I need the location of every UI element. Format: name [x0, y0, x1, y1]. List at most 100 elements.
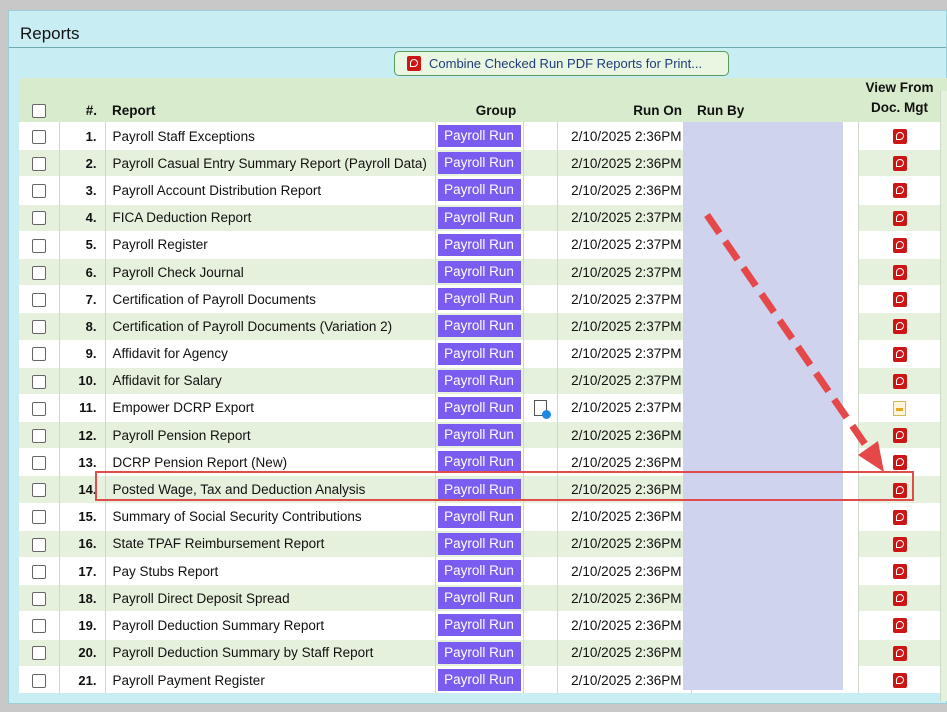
pdf-icon[interactable]: [892, 129, 907, 145]
pdf-icon[interactable]: [892, 156, 907, 172]
row-checkbox[interactable]: [31, 320, 46, 335]
pdf-icon[interactable]: [892, 673, 907, 689]
header-run-on[interactable]: Run On: [557, 78, 691, 123]
header-group[interactable]: Group: [435, 78, 557, 123]
row-checkbox-cell[interactable]: [19, 285, 60, 313]
report-name: Certification of Payroll Documents: [105, 285, 436, 313]
row-checkbox[interactable]: [31, 456, 46, 471]
pdf-icon[interactable]: [892, 210, 907, 226]
pdf-icon[interactable]: [892, 319, 907, 335]
row-checkbox-cell[interactable]: [19, 557, 60, 585]
row-checkbox-cell[interactable]: [19, 122, 60, 150]
row-checkbox[interactable]: [31, 673, 46, 688]
view-from-doc-mgt-cell[interactable]: [858, 367, 942, 395]
pdf-icon[interactable]: [892, 183, 907, 199]
row-checkbox[interactable]: [31, 646, 46, 661]
group-badge: Payroll Run: [437, 587, 521, 610]
view-from-doc-mgt-cell[interactable]: [858, 611, 942, 640]
pdf-icon[interactable]: [892, 346, 907, 362]
view-from-doc-mgt-cell[interactable]: [858, 639, 942, 667]
view-from-doc-mgt-cell[interactable]: [858, 285, 942, 313]
row-checkbox[interactable]: [31, 129, 46, 144]
extra-action-cell: [523, 394, 558, 422]
view-from-doc-mgt-cell[interactable]: [858, 530, 942, 558]
view-from-doc-mgt-cell[interactable]: [858, 122, 942, 150]
pdf-icon[interactable]: [892, 237, 907, 253]
view-from-doc-mgt-cell[interactable]: [858, 584, 942, 612]
report-name: Payroll Casual Entry Summary Report (Pay…: [105, 149, 436, 177]
pdf-icon[interactable]: [892, 265, 907, 280]
row-checkbox[interactable]: [31, 211, 46, 226]
row-checkbox[interactable]: [31, 483, 46, 498]
view-from-doc-mgt-cell[interactable]: [858, 176, 942, 205]
row-checkbox-cell[interactable]: [19, 421, 60, 449]
pdf-icon[interactable]: [892, 564, 907, 580]
extra-action-cell: [523, 530, 558, 558]
row-checkbox[interactable]: [31, 401, 46, 416]
extra-action-cell: [523, 285, 558, 313]
select-all-checkbox-cell[interactable]: [19, 78, 59, 123]
view-from-doc-mgt-cell[interactable]: [858, 231, 942, 259]
row-checkbox-cell[interactable]: [19, 639, 60, 667]
row-highlight-box: [95, 471, 914, 501]
row-checkbox-cell[interactable]: [19, 611, 60, 640]
select-all-checkbox[interactable]: [32, 104, 46, 118]
pdf-icon[interactable]: [892, 591, 907, 607]
row-checkbox-cell[interactable]: [19, 394, 60, 422]
row-checkbox[interactable]: [31, 564, 46, 579]
row-checkbox-cell[interactable]: [19, 584, 60, 612]
document-download-icon[interactable]: [533, 400, 551, 420]
combine-pdf-reports-button[interactable]: Combine Checked Run PDF Reports for Prin…: [394, 51, 729, 76]
row-checkbox-cell[interactable]: [19, 231, 60, 259]
row-checkbox[interactable]: [31, 347, 46, 362]
row-checkbox-cell[interactable]: [19, 258, 60, 286]
row-checkbox-cell[interactable]: [19, 149, 60, 177]
pdf-icon[interactable]: [892, 292, 907, 308]
row-checkbox[interactable]: [31, 428, 46, 443]
row-checkbox[interactable]: [31, 510, 46, 525]
row-checkbox[interactable]: [31, 292, 46, 307]
row-checkbox-cell[interactable]: [19, 312, 60, 340]
row-checkbox[interactable]: [31, 592, 46, 606]
row-checkbox[interactable]: [31, 537, 46, 552]
view-from-doc-mgt-cell[interactable]: [858, 149, 942, 177]
row-checkbox-cell[interactable]: [19, 503, 60, 531]
row-checkbox[interactable]: [31, 374, 46, 389]
row-checkbox[interactable]: [31, 265, 46, 280]
pdf-icon[interactable]: [892, 373, 907, 389]
view-from-doc-mgt-cell[interactable]: [858, 421, 942, 449]
report-name: Payroll Check Journal: [105, 258, 436, 286]
header-report[interactable]: Report: [105, 78, 435, 123]
row-checkbox-cell[interactable]: [19, 475, 60, 504]
row-checkbox[interactable]: [31, 184, 46, 199]
pdf-icon[interactable]: [892, 428, 907, 444]
view-from-doc-mgt-cell[interactable]: [858, 258, 942, 286]
extra-action-cell: [523, 231, 558, 259]
view-from-doc-mgt-cell[interactable]: [858, 666, 942, 693]
row-number: 9.: [59, 340, 106, 368]
view-from-doc-mgt-cell[interactable]: [858, 394, 942, 422]
row-checkbox[interactable]: [31, 619, 46, 634]
csv-icon[interactable]: [893, 400, 906, 416]
header-run-by[interactable]: Run By: [691, 78, 858, 123]
view-from-doc-mgt-cell[interactable]: [858, 503, 942, 531]
extra-action-cell: [523, 557, 558, 585]
pdf-icon[interactable]: [892, 509, 907, 525]
row-checkbox-cell[interactable]: [19, 367, 60, 395]
view-from-doc-mgt-cell[interactable]: [858, 312, 942, 340]
view-from-doc-mgt-cell[interactable]: [858, 204, 942, 232]
row-checkbox-cell[interactable]: [19, 530, 60, 558]
pdf-icon[interactable]: [892, 645, 907, 661]
row-checkbox[interactable]: [31, 157, 46, 171]
row-checkbox-cell[interactable]: [19, 340, 60, 368]
pdf-icon[interactable]: [892, 536, 907, 552]
view-from-doc-mgt-cell[interactable]: [858, 557, 942, 585]
pdf-icon[interactable]: [892, 455, 907, 471]
row-checkbox-cell[interactable]: [19, 448, 60, 476]
row-checkbox-cell[interactable]: [19, 204, 60, 232]
row-checkbox[interactable]: [31, 238, 46, 253]
row-checkbox-cell[interactable]: [19, 666, 60, 693]
view-from-doc-mgt-cell[interactable]: [858, 340, 942, 368]
pdf-icon[interactable]: [892, 618, 907, 634]
row-checkbox-cell[interactable]: [19, 176, 60, 205]
